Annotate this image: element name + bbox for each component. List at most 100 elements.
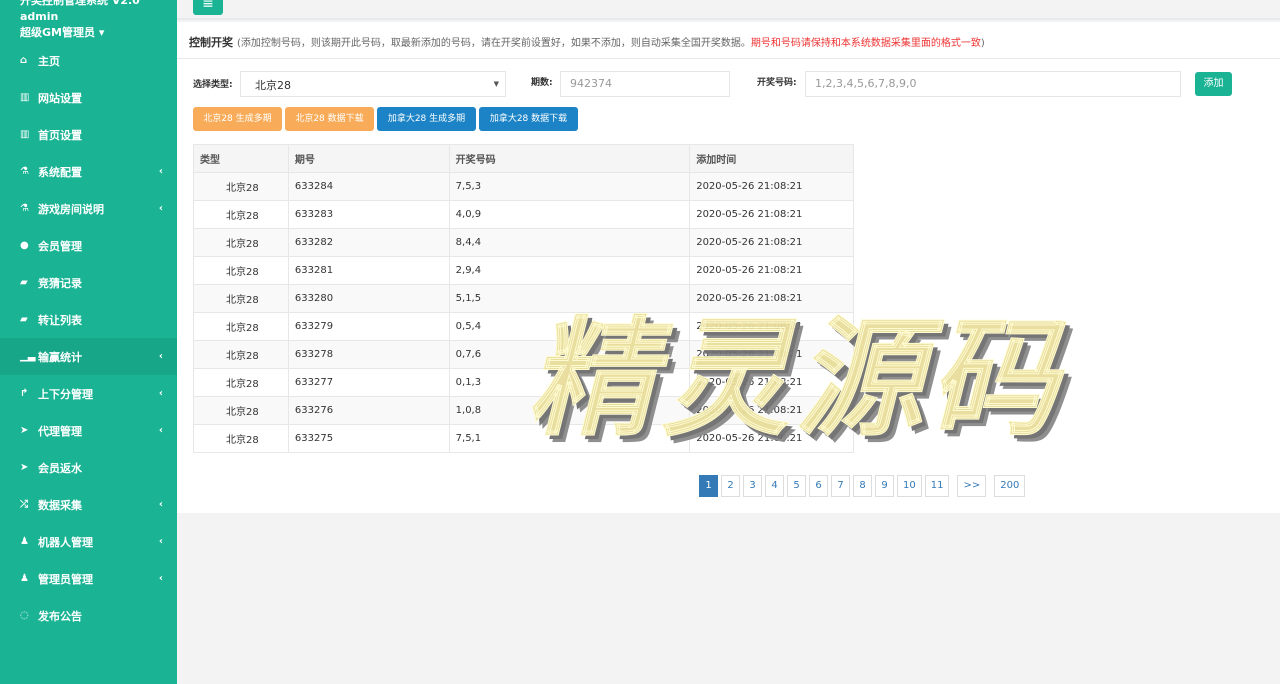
sidebar-item-label: 会员管理	[38, 239, 82, 253]
sidebar-item-15[interactable]: ◌ 发布公告	[0, 597, 177, 634]
cell-period: 633278	[287, 340, 450, 369]
numbers-input[interactable]: 1,2,3,4,5,6,7,8,9,0	[805, 71, 1181, 97]
menu-toggle-button[interactable]: ≡	[193, 0, 223, 15]
table-row: 北京28 633282 8,4,4 2020-05-26 21:08:21	[193, 228, 854, 257]
user-role-dropdown[interactable]: 超级GM管理员 ▾	[20, 24, 104, 40]
header-type[interactable]: 类型	[193, 144, 289, 173]
sidebar-item-4[interactable]: ⚗ 游戏房间说明 ‹	[0, 190, 177, 227]
period-input[interactable]: 942374	[560, 71, 730, 97]
header-numbers[interactable]: 开奖号码	[448, 144, 691, 173]
comment-icon: ◌	[20, 610, 29, 621]
sidebar-item-5[interactable]: ● 会员管理	[0, 227, 177, 264]
sidebar-item-7[interactable]: ▰ 转让列表	[0, 301, 177, 338]
cell-type: 北京28	[193, 172, 289, 201]
chevron-left-icon: ‹	[158, 499, 163, 510]
car-icon: ▰	[20, 314, 28, 325]
add-button[interactable]: 添加	[1195, 72, 1232, 96]
cell-type: 北京28	[193, 256, 289, 285]
chevron-left-icon: ‹	[158, 388, 163, 399]
male-icon: ♟	[20, 573, 29, 584]
cell-period: 633279	[287, 312, 450, 341]
paper-plane-icon: ➤	[20, 462, 29, 473]
cell-numbers: 0,1,3	[448, 368, 691, 397]
chevron-left-icon: ‹	[158, 573, 163, 584]
sidebar-item-10[interactable]: ➤ 代理管理 ‹	[0, 412, 177, 449]
table-row: 北京28 633280 5,1,5 2020-05-26 21:08:21	[193, 284, 854, 313]
sidebar-item-label: 机器人管理	[38, 535, 93, 549]
page-9-link[interactable]: 9	[875, 475, 894, 497]
control-title: 控制开奖	[189, 36, 233, 49]
sidebar-item-label: 会员返水	[38, 461, 82, 475]
table-header-row: 类型 期号 开奖号码 添加时间	[193, 144, 854, 173]
top-bar: ≡	[177, 0, 1280, 20]
sidebar-nav: ⌂ 主页 ▥ 网站设置 ▥ 首页设置 ⚗ 系统配置 ‹ ⚗ 游戏房间说明 ‹ ● 会员管理 ▰ 竞猜记录 ▰ 转让…	[0, 42, 177, 634]
next-page-link[interactable]: >>	[957, 475, 987, 497]
last-page-link[interactable]: 200	[994, 475, 1026, 497]
table-row: 北京28 633283 4,0,9 2020-05-26 21:08:21	[193, 200, 854, 229]
control-header: 控制开奖 (添加控制号码，则该期开此号码，取最新添加的号码，请在开奖前设置好，如果…	[189, 36, 985, 49]
sidebar-item-1[interactable]: ▥ 网站设置	[0, 79, 177, 116]
username[interactable]: admin	[20, 10, 58, 23]
sidebar-item-9[interactable]: ↱ 上下分管理 ‹	[0, 375, 177, 412]
sidebar-item-label: 网站设置	[38, 91, 82, 105]
ca28-download-button[interactable]: 加拿大28 数据下载	[479, 107, 578, 131]
cell-type: 北京28	[193, 340, 289, 369]
sidebar-item-label: 竞猜记录	[38, 276, 82, 290]
page-2-link[interactable]: 2	[721, 475, 740, 497]
sidebar-item-12[interactable]: ⤮ 数据采集 ‹	[0, 486, 177, 523]
cell-numbers: 8,4,4	[448, 228, 691, 257]
sidebar-item-label: 管理员管理	[38, 572, 93, 586]
header-period[interactable]: 期号	[287, 144, 450, 173]
sidebar-item-3[interactable]: ⚗ 系统配置 ‹	[0, 153, 177, 190]
cell-period: 633284	[287, 172, 450, 201]
sidebar-item-6[interactable]: ▰ 竞猜记录	[0, 264, 177, 301]
cell-period: 633281	[287, 256, 450, 285]
sidebar-item-13[interactable]: ♟ 机器人管理 ‹	[0, 523, 177, 560]
sidebar-item-14[interactable]: ♟ 管理员管理 ‹	[0, 560, 177, 597]
random-icon: ⤮	[20, 499, 28, 510]
sidebar-item-label: 发布公告	[38, 609, 82, 623]
type-label: 选择类型:	[193, 80, 233, 90]
ca28-generate-button[interactable]: 加拿大28 生成多期	[377, 107, 476, 131]
page-4-link[interactable]: 4	[765, 475, 784, 497]
sidebar-item-8[interactable]: ▁▃ 输赢统计 ‹	[0, 338, 177, 375]
sidebar-item-11[interactable]: ➤ 会员返水	[0, 449, 177, 486]
male-icon: ♟	[20, 536, 29, 547]
sidebar: 开奖控制管理系统 V2.0 admin 超级GM管理员 ▾ ⌂ 主页 ▥ 网站设置 ▥ 首…	[0, 0, 177, 684]
bars-icon: ≡	[202, 0, 214, 12]
sidebar-item-0[interactable]: ⌂ 主页	[0, 42, 177, 79]
bj28-download-button[interactable]: 北京28 数据下载	[285, 107, 374, 131]
page-7-link[interactable]: 7	[831, 475, 850, 497]
page-6-link[interactable]: 6	[809, 475, 828, 497]
header-time[interactable]: 添加时间	[689, 144, 854, 173]
bj28-generate-button[interactable]: 北京28 生成多期	[193, 107, 282, 131]
sidebar-item-label: 输赢统计	[38, 350, 82, 364]
cell-type: 北京28	[193, 396, 289, 425]
cell-time: 2020-05-26 21:08:21	[689, 368, 854, 397]
cell-time: 2020-05-26 21:08:21	[689, 200, 854, 229]
chevron-left-icon: ‹	[158, 166, 163, 177]
cell-time: 2020-05-26 21:08:21	[689, 172, 854, 201]
page-8-link[interactable]: 8	[853, 475, 872, 497]
chevron-left-icon: ‹	[158, 203, 163, 214]
sidebar-item-label: 数据采集	[38, 498, 82, 512]
main-content: ≡ 控制开奖 (添加控制号码，则该期开此号码，取最新添加的号码，请在开奖前设置好，…	[177, 0, 1280, 684]
cell-numbers: 0,5,4	[448, 312, 691, 341]
page-3-link[interactable]: 3	[743, 475, 762, 497]
type-select[interactable]: 北京28 ▼	[240, 71, 506, 97]
cell-period: 633275	[287, 424, 450, 453]
sidebar-profile: 开奖控制管理系统 V2.0 admin 超级GM管理员 ▾	[0, 0, 177, 42]
chevron-left-icon: ‹	[158, 536, 163, 547]
sidebar-item-2[interactable]: ▥ 首页设置	[0, 116, 177, 153]
cell-time: 2020-05-26 21:08:21	[689, 256, 854, 285]
system-title: 开奖控制管理系统 V2.0	[20, 0, 140, 7]
cell-numbers: 5,1,5	[448, 284, 691, 313]
page-10-link[interactable]: 10	[897, 475, 922, 497]
cell-period: 633282	[287, 228, 450, 257]
page-5-link[interactable]: 5	[787, 475, 806, 497]
page-1-link[interactable]: 1	[699, 475, 718, 497]
sidebar-item-label: 首页设置	[38, 128, 82, 142]
page-11-link[interactable]: 11	[924, 475, 950, 497]
cell-numbers: 2,9,4	[448, 256, 691, 285]
cell-time: 2020-05-26 21:08:21	[689, 284, 854, 313]
